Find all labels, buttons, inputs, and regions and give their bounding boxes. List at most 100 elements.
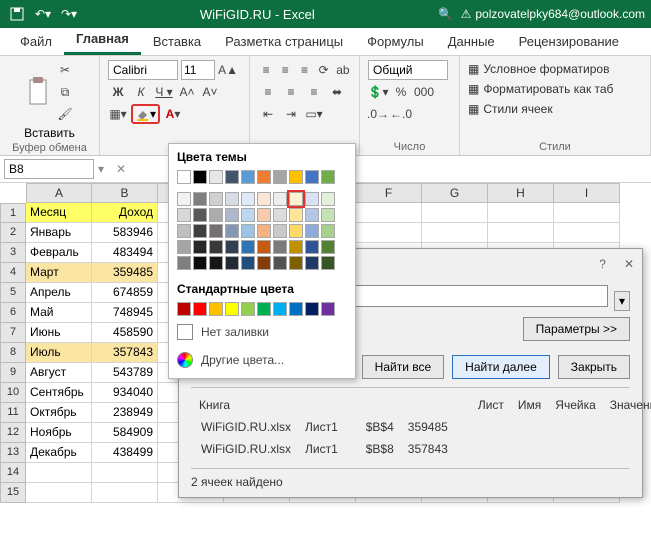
orientation-icon[interactable]: ⟳ (316, 60, 332, 80)
font-select[interactable] (108, 60, 178, 80)
cell[interactable]: Май (26, 303, 92, 323)
copy-icon[interactable]: ⧉ (55, 82, 75, 102)
cell[interactable]: Октябрь (26, 403, 92, 423)
user-account[interactable]: ⚠ polzovatelpky684@outlook.com (461, 7, 645, 21)
color-swatch[interactable] (305, 208, 319, 222)
tab-home[interactable]: Главная (64, 25, 141, 55)
results-table[interactable]: Книга Лист Имя Ячейка Значение Формула W… (191, 394, 651, 462)
cell[interactable]: Апрель (26, 283, 92, 303)
color-swatch[interactable] (305, 170, 319, 184)
color-swatch[interactable] (209, 302, 223, 316)
italic-button[interactable]: К (131, 82, 151, 102)
row-header[interactable]: 6 (0, 303, 26, 323)
result-row[interactable]: WiFiGID.RU.xlsxЛист1$B$8357843 (193, 442, 470, 456)
cell[interactable]: Сентябрь (26, 383, 92, 403)
color-swatch[interactable] (257, 192, 271, 206)
color-swatch[interactable] (321, 256, 335, 270)
number-format-select[interactable] (368, 60, 448, 80)
color-swatch[interactable] (225, 192, 239, 206)
cell[interactable] (356, 223, 422, 243)
col-sheet[interactable]: Лист (472, 396, 510, 414)
color-swatch[interactable] (225, 302, 239, 316)
column-header[interactable]: F (356, 183, 422, 203)
color-swatch[interactable] (209, 208, 223, 222)
color-swatch[interactable] (177, 208, 191, 222)
color-swatch[interactable] (289, 208, 303, 222)
close-button[interactable]: Закрыть (558, 355, 630, 379)
merge-cells-icon[interactable]: ▭▾ (304, 104, 324, 124)
cell[interactable] (554, 203, 620, 223)
column-header[interactable]: A (26, 183, 92, 203)
col-name[interactable]: Имя (512, 396, 547, 414)
color-swatch[interactable] (241, 256, 255, 270)
save-icon[interactable] (6, 3, 28, 25)
percent-icon[interactable]: % (391, 82, 411, 102)
cell[interactable]: Доход (92, 203, 158, 223)
cell[interactable] (488, 223, 554, 243)
cell[interactable] (92, 483, 158, 503)
color-swatch[interactable] (289, 240, 303, 254)
color-swatch[interactable] (193, 170, 207, 184)
tab-file[interactable]: Файл (8, 28, 64, 55)
color-swatch[interactable] (193, 208, 207, 222)
cell[interactable]: 543789 (92, 363, 158, 383)
color-swatch[interactable] (289, 192, 303, 206)
color-swatch[interactable] (225, 208, 239, 222)
color-swatch[interactable] (241, 224, 255, 238)
color-swatch[interactable] (241, 302, 255, 316)
cell[interactable]: Декабрь (26, 443, 92, 463)
font-grow-icon[interactable]: A˄ (177, 82, 197, 102)
cell[interactable]: Ноябрь (26, 423, 92, 443)
color-swatch[interactable] (257, 224, 271, 238)
color-swatch[interactable] (257, 302, 271, 316)
color-swatch[interactable] (305, 240, 319, 254)
color-swatch[interactable] (273, 302, 287, 316)
cell[interactable]: 674859 (92, 283, 158, 303)
cell[interactable]: Февраль (26, 243, 92, 263)
align-bottom-icon[interactable]: ≡ (296, 60, 312, 80)
paste-icon[interactable] (24, 76, 52, 108)
paste-label[interactable]: Вставить (24, 126, 75, 140)
increase-font-icon[interactable]: A▲ (218, 60, 238, 80)
row-header[interactable]: 8 (0, 343, 26, 363)
no-fill-item[interactable]: Нет заливки (177, 318, 347, 346)
format-as-table-button[interactable]: ▦ Форматировать как таб (468, 80, 642, 98)
color-swatch[interactable] (209, 170, 223, 184)
help-icon[interactable]: ? (599, 257, 606, 271)
align-left-icon[interactable]: ≡ (258, 82, 278, 102)
color-swatch[interactable] (257, 208, 271, 222)
cell[interactable]: 934040 (92, 383, 158, 403)
color-swatch[interactable] (241, 192, 255, 206)
color-swatch[interactable] (273, 170, 287, 184)
color-swatch[interactable] (193, 256, 207, 270)
format-painter-icon[interactable]: 🖌 (55, 104, 75, 124)
column-header[interactable]: H (488, 183, 554, 203)
align-middle-icon[interactable]: ≡ (277, 60, 293, 80)
color-swatch[interactable] (321, 302, 335, 316)
color-swatch[interactable] (209, 240, 223, 254)
cell[interactable] (422, 203, 488, 223)
color-swatch[interactable] (257, 170, 271, 184)
color-swatch[interactable] (289, 256, 303, 270)
cell[interactable]: 238949 (92, 403, 158, 423)
align-right-icon[interactable]: ≡ (304, 82, 324, 102)
underline-button[interactable]: Ч ▾ (154, 82, 174, 102)
color-swatch[interactable] (241, 208, 255, 222)
color-swatch[interactable] (289, 224, 303, 238)
cut-icon[interactable]: ✂ (55, 60, 75, 80)
color-swatch[interactable] (209, 224, 223, 238)
tab-review[interactable]: Рецензирование (507, 28, 631, 55)
color-swatch[interactable] (193, 302, 207, 316)
undo-icon[interactable]: ↶▾ (32, 3, 54, 25)
color-swatch[interactable] (305, 192, 319, 206)
decrease-decimal-icon[interactable]: ←.0 (391, 104, 411, 124)
wrap-text-icon[interactable]: ab (335, 60, 351, 80)
color-swatch[interactable] (193, 224, 207, 238)
find-next-button[interactable]: Найти далее (452, 355, 550, 379)
align-top-icon[interactable]: ≡ (258, 60, 274, 80)
column-header[interactable]: B (92, 183, 158, 203)
color-swatch[interactable] (193, 192, 207, 206)
color-swatch[interactable] (273, 240, 287, 254)
cell[interactable] (422, 223, 488, 243)
cell[interactable] (26, 483, 92, 503)
